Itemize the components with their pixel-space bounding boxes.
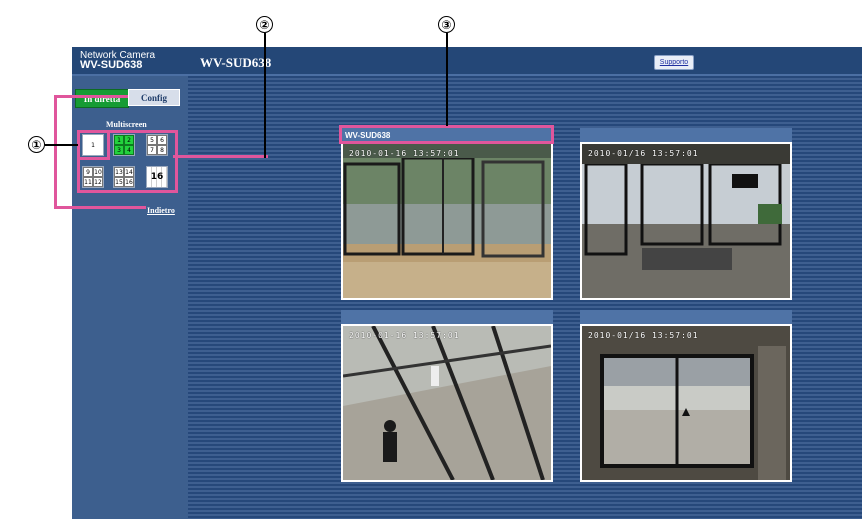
camera-image[interactable]: 2010-01-16 13:57:01	[341, 324, 553, 482]
highlight-bracket-bottom	[54, 206, 146, 209]
brand-model: WV-SUD638	[80, 59, 143, 71]
camera-image[interactable]: 2010-01-16 13:57:01	[341, 142, 553, 300]
camera-1-scene	[343, 144, 551, 298]
camera-panel-2: 2010-01/16 13:57:01	[580, 128, 792, 300]
callout-2: ②	[256, 16, 273, 33]
camera-image[interactable]: 2010-01/16 13:57:01	[580, 142, 792, 300]
camera-timestamp: 2010-01-16 13:57:01	[349, 331, 460, 340]
highlight-leader-2	[173, 155, 268, 158]
camera-timestamp: 2010-01/16 13:57:01	[588, 331, 699, 340]
multiscreen-label: Multiscreen	[106, 120, 147, 129]
back-link[interactable]: Indietro	[147, 206, 175, 215]
callout-1: ①	[28, 136, 45, 153]
page-title: WV-SUD638	[200, 55, 272, 70]
highlight-quad-left	[77, 160, 111, 193]
highlight-live	[54, 95, 128, 109]
camera-3-scene	[343, 326, 551, 480]
highlight-title	[339, 125, 554, 144]
camera-timestamp: 2010-01/16 13:57:01	[588, 149, 699, 158]
camera-4-scene	[582, 326, 790, 480]
leader-line-3	[446, 33, 448, 126]
camera-2-scene	[582, 144, 790, 298]
highlight-quad-top	[110, 130, 178, 133]
leader-line-1	[45, 144, 78, 146]
camera-title	[580, 310, 792, 324]
camera-panel-3: 2010-01-16 13:57:01	[341, 310, 553, 482]
camera-title	[341, 310, 553, 324]
camera-panel-1: WV-SUD638 2010-01-16 13:57:01	[341, 128, 553, 300]
support-button[interactable]: Supporto	[654, 55, 694, 70]
top-bar	[72, 47, 862, 76]
camera-timestamp: 2010-01-16 13:57:01	[349, 149, 460, 158]
highlight-bracket-left	[54, 95, 57, 208]
camera-panel-4: 2010-01/16 13:57:01	[580, 310, 792, 482]
camera-image[interactable]: 2010-01/16 13:57:01	[580, 324, 792, 482]
callout-3: ③	[438, 16, 455, 33]
config-button[interactable]: Config	[128, 89, 180, 106]
leader-line-2	[264, 33, 266, 158]
camera-title	[580, 128, 792, 142]
